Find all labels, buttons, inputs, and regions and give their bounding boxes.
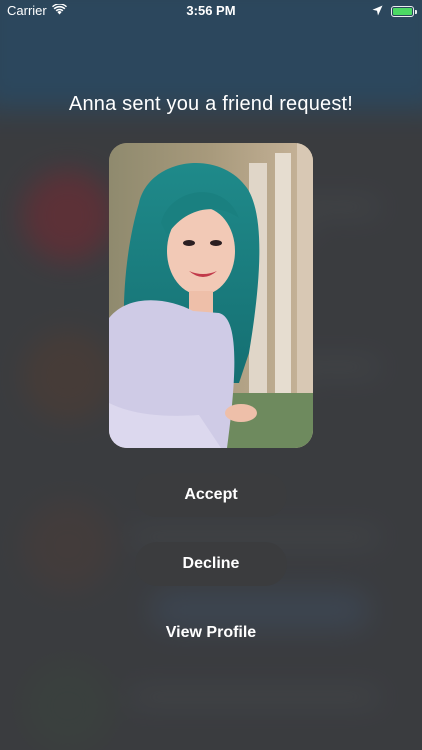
- location-arrow-icon: [372, 4, 383, 19]
- accept-button[interactable]: Accept: [135, 473, 287, 517]
- friend-request-title: Anna sent you a friend request!: [68, 93, 354, 115]
- friend-request-screen: Carrier 3:56 PM Anna sent you a friend r…: [0, 0, 422, 750]
- profile-photo[interactable]: [109, 143, 313, 448]
- status-right: [372, 4, 417, 19]
- status-time: 3:56 PM: [186, 3, 236, 18]
- status-bar: Carrier 3:56 PM: [0, 0, 422, 22]
- decline-button[interactable]: Decline: [135, 542, 287, 586]
- view-profile-link[interactable]: View Profile: [0, 624, 422, 642]
- battery-icon: [391, 6, 417, 17]
